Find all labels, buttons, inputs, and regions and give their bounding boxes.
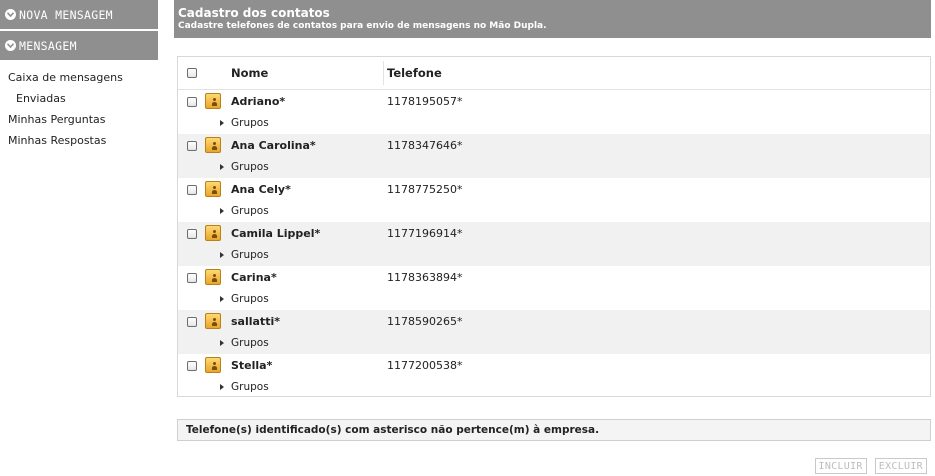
sidebar-item-my-answers[interactable]: Minhas Respostas (0, 129, 158, 150)
sidebar-item-inbox[interactable]: Caixa de mensagens (0, 66, 158, 87)
table-row: Ana Cely* 1178775250* Grupos (178, 178, 930, 222)
action-buttons: INCLUIR EXCLUIR (814, 458, 927, 474)
contact-phone: 1178347646* (387, 139, 463, 152)
groups-label: Grupos (231, 249, 269, 261)
message-menu[interactable]: MENSAGEM (0, 31, 158, 60)
contact-card-icon[interactable] (205, 269, 221, 285)
sidebar-links: Caixa de mensagens Enviadas Minhas Pergu… (0, 60, 158, 150)
groups-toggle[interactable]: Grupos (220, 293, 269, 305)
contact-phone: 1177200538* (387, 359, 463, 372)
row-checkbox[interactable] (187, 317, 197, 327)
include-button[interactable]: INCLUIR (814, 458, 867, 474)
sidebar-item-sent[interactable]: Enviadas (0, 87, 158, 108)
new-message-menu[interactable]: NOVA MENSAGEM (0, 0, 158, 29)
contact-name: Camila Lippel* (231, 227, 321, 240)
contact-card-icon[interactable] (205, 93, 221, 109)
row-checkbox[interactable] (187, 273, 197, 283)
groups-label: Grupos (231, 205, 269, 217)
caret-right-icon (220, 208, 224, 214)
table-row: Camila Lippel* 1177196914* Grupos (178, 222, 930, 266)
table-row: Adriano* 1178195057* Grupos (178, 90, 930, 134)
caret-right-icon (220, 340, 224, 346)
new-message-label: NOVA MENSAGEM (19, 7, 113, 22)
caret-right-icon (220, 384, 224, 390)
groups-toggle[interactable]: Grupos (220, 381, 269, 393)
chevron-down-icon (5, 40, 16, 51)
row-checkbox[interactable] (187, 361, 197, 371)
page-subtitle: Cadastre telefones de contatos para envi… (178, 21, 547, 31)
caret-right-icon (220, 296, 224, 302)
caret-right-icon (220, 252, 224, 258)
table-row: Carina* 1178363894* Grupos (178, 266, 930, 310)
column-phone-header: Telefone (387, 66, 442, 80)
asterisk-notice: Telefone(s) identificado(s) com asterisc… (177, 419, 931, 441)
column-name-header: Nome (231, 66, 269, 80)
caret-right-icon (220, 120, 224, 126)
sidebar: NOVA MENSAGEM MENSAGEM Caixa de mensagen… (0, 0, 158, 150)
groups-label: Grupos (231, 293, 269, 305)
chevron-down-icon (5, 9, 16, 20)
groups-label: Grupos (231, 161, 269, 173)
table-row: Ana Carolina* 1178347646* Grupos (178, 134, 930, 178)
groups-toggle[interactable]: Grupos (220, 205, 269, 217)
contact-phone: 1178775250* (387, 183, 463, 196)
contact-card-icon[interactable] (205, 313, 221, 329)
message-label: MENSAGEM (19, 38, 77, 53)
groups-label: Grupos (231, 117, 269, 129)
contact-card-icon[interactable] (205, 181, 221, 197)
delete-button[interactable]: EXCLUIR (874, 458, 927, 474)
contact-name: sallatti* (231, 315, 280, 328)
table-row: sallatti* 1178590265* Grupos (178, 310, 930, 354)
contact-name: Carina* (231, 271, 277, 284)
page-title: Cadastro dos contatos (178, 6, 330, 20)
contact-phone: 1178195057* (387, 95, 463, 108)
contact-card-icon[interactable] (205, 137, 221, 153)
contact-name: Adriano* (231, 95, 286, 108)
contact-name: Ana Carolina* (231, 139, 316, 152)
contact-card-icon[interactable] (205, 225, 221, 241)
groups-toggle[interactable]: Grupos (220, 161, 269, 173)
groups-toggle[interactable]: Grupos (220, 117, 269, 129)
row-checkbox[interactable] (187, 141, 197, 151)
caret-right-icon (220, 164, 224, 170)
row-checkbox[interactable] (187, 229, 197, 239)
row-checkbox[interactable] (187, 97, 197, 107)
column-divider (383, 61, 384, 85)
table-row: Stella* 1177200538* Grupos (178, 354, 930, 398)
contact-name: Stella* (231, 359, 273, 372)
row-checkbox[interactable] (187, 185, 197, 195)
groups-toggle[interactable]: Grupos (220, 249, 269, 261)
page-header: Cadastro dos contatos Cadastre telefones… (174, 0, 931, 38)
contacts-table: Nome Telefone Adriano* 1178195057* Grupo… (177, 56, 931, 397)
contact-phone: 1178590265* (387, 315, 463, 328)
contact-phone: 1178363894* (387, 271, 463, 284)
groups-label: Grupos (231, 381, 269, 393)
select-all-checkbox[interactable] (187, 68, 197, 78)
groups-toggle[interactable]: Grupos (220, 337, 269, 349)
contact-card-icon[interactable] (205, 357, 221, 373)
contact-name: Ana Cely* (231, 183, 291, 196)
main-content: Cadastro dos contatos Cadastre telefones… (174, 0, 931, 474)
contact-phone: 1177196914* (387, 227, 463, 240)
groups-label: Grupos (231, 337, 269, 349)
table-header: Nome Telefone (178, 57, 930, 90)
sidebar-item-my-questions[interactable]: Minhas Perguntas (0, 108, 158, 129)
